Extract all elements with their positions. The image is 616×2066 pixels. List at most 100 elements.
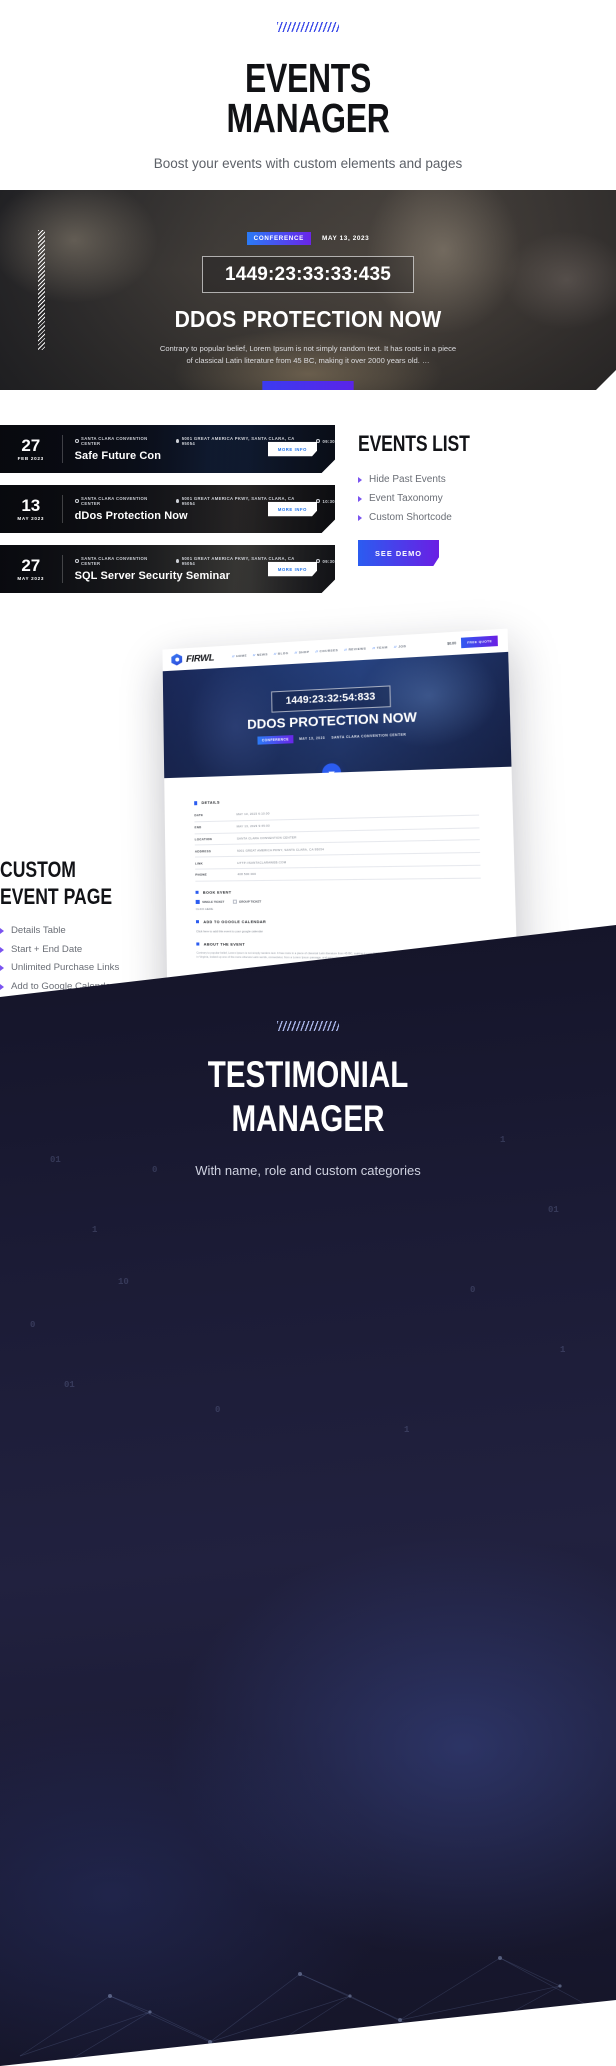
feature-item: Unlimited Purchase Links bbox=[0, 959, 185, 978]
hero-category-badge[interactable]: CONFERENCE bbox=[247, 232, 311, 245]
square-bullet-icon bbox=[196, 920, 199, 923]
calendar-note[interactable]: Click here to add this event to your goo… bbox=[196, 929, 482, 933]
event-venue: SANTA CLARA CONVENTION CENTER bbox=[75, 496, 166, 506]
detail-row: PHONE 408 500 000 bbox=[195, 866, 481, 882]
events-manager-header: EVENTS MANAGER Boost your events with cu… bbox=[0, 0, 616, 171]
hero-title: DDOS PROTECTION NOW bbox=[25, 306, 592, 333]
arrow-right-icon bbox=[0, 947, 4, 953]
event-venue: SANTA CLARA CONVENTION CENTER bbox=[75, 556, 166, 566]
nav-item-team[interactable]: //TEAM bbox=[373, 645, 388, 650]
event-venue: SANTA CLARA CONVENTION CENTER bbox=[75, 436, 166, 446]
globe-icon bbox=[75, 559, 79, 563]
arrow-right-icon bbox=[358, 477, 362, 483]
event-day: 27 bbox=[0, 557, 62, 574]
event-card[interactable]: 27 MAY 2023 SANTA CLARA CONVENTION CENTE… bbox=[0, 545, 335, 593]
hatch-divider-icon bbox=[277, 22, 339, 32]
event-date: 13 MAY 2023 bbox=[0, 495, 63, 523]
hero-date: MAY 13, 2023 bbox=[322, 235, 369, 242]
browser-hero-date: MAY 13, 2023 bbox=[299, 736, 325, 741]
nav-item-home[interactable]: //HOME bbox=[232, 653, 247, 658]
book-event-heading: BOOK EVENT bbox=[196, 888, 482, 895]
nav-item-courses[interactable]: //COURSES bbox=[315, 648, 338, 653]
nav-item-job[interactable]: //JOB bbox=[394, 644, 406, 649]
page-title: EVENTS MANAGER bbox=[68, 58, 548, 138]
browser-page-content: DETAILS DATE MAY 13, 2023 6:10:00 END MAY … bbox=[164, 767, 517, 963]
testimonial-section: 01 1 0 10 01 0 1 01 01 01 TESTIMONIAL MANAGE… bbox=[0, 925, 616, 2066]
testimonial-title: TESTIMONIAL MANAGER bbox=[62, 1053, 555, 1141]
ticket-note[interactable]: CLICK HERE bbox=[196, 905, 482, 911]
ticket-option-group[interactable]: GROUP TICKET bbox=[232, 899, 261, 903]
custom-title-line1: CUSTOM bbox=[0, 857, 76, 882]
browser-hero-venue: SANTA CLARA CONVENTION CENTER bbox=[331, 733, 406, 740]
page-subtitle: Boost your events with custom elements a… bbox=[0, 156, 616, 171]
hero-meta: CONFERENCE MAY 13, 2023 bbox=[0, 232, 616, 245]
feature-item: Details Table bbox=[0, 922, 185, 941]
event-date: 27 FEB 2023 bbox=[0, 435, 63, 463]
cart-total[interactable]: $0.00 bbox=[447, 641, 456, 646]
event-month: MAY 2023 bbox=[0, 516, 62, 521]
feature-item: Start + End Date bbox=[0, 941, 185, 960]
events-list-sidebar: EVENTS LIST Hide Past Events Event Taxon… bbox=[358, 431, 616, 566]
more-info-button[interactable]: MORE INFO bbox=[268, 502, 317, 517]
square-bullet-icon bbox=[196, 891, 199, 894]
globe-icon bbox=[75, 499, 79, 503]
brand-name: FIRWL bbox=[186, 652, 214, 665]
event-card[interactable]: 13 MAY 2023 SANTA CLARA CONVENTION CENTE… bbox=[0, 485, 335, 533]
ticket-option-single[interactable]: SINGLE TICKET bbox=[196, 899, 225, 903]
learn-more-button[interactable]: LEARN MORE bbox=[262, 381, 353, 391]
site-logo[interactable]: FIRWL bbox=[171, 651, 214, 665]
square-bullet-icon bbox=[196, 942, 199, 945]
event-month: MAY 2023 bbox=[0, 576, 62, 581]
hatch-divider-icon bbox=[277, 1021, 339, 1031]
testimonial-title-line2: MANAGER bbox=[232, 1098, 385, 1139]
event-time: 09:30 bbox=[316, 439, 335, 444]
event-card-list: 27 FEB 2023 SANTA CLARA CONVENTION CENTE… bbox=[0, 425, 335, 605]
arrow-right-icon bbox=[0, 984, 4, 990]
arrow-right-icon bbox=[358, 515, 362, 521]
more-info-button[interactable]: MORE INFO bbox=[268, 562, 317, 577]
location-pin-icon bbox=[176, 499, 179, 504]
custom-event-page-title: CUSTOM EVENT PAGE bbox=[0, 856, 148, 910]
free-quote-button[interactable]: FREE QUOTE bbox=[461, 636, 497, 649]
feature-item: Custom Shortcode bbox=[358, 508, 616, 527]
see-demo-button[interactable]: SEE DEMO bbox=[358, 540, 439, 566]
feature-item: Event Taxonomy bbox=[358, 489, 616, 508]
nav-item-news[interactable]: //NEWS bbox=[253, 652, 268, 657]
location-pin-icon bbox=[176, 559, 179, 564]
event-card[interactable]: 27 FEB 2023 SANTA CLARA CONVENTION CENTE… bbox=[0, 425, 335, 473]
event-day: 13 bbox=[0, 497, 62, 514]
browser-menu: //HOME //NEWS //BLOG //SHOP //COURSES //… bbox=[232, 644, 406, 658]
checkbox-icon bbox=[196, 900, 200, 904]
square-bullet-icon bbox=[194, 801, 197, 804]
arrow-right-icon bbox=[0, 928, 4, 934]
nav-item-reviews[interactable]: //REVIEWS bbox=[344, 646, 366, 651]
browser-hero: 1449:23:32:54:833 DDOS PROTECTION NOW CO… bbox=[163, 652, 512, 778]
more-info-button[interactable]: MORE INFO bbox=[268, 442, 317, 457]
calendar-heading: ADD TO GOOGLE CALENDAR bbox=[196, 919, 482, 924]
hero-countdown-timer: 1449:23:33:33:435 bbox=[202, 256, 414, 293]
nav-item-blog[interactable]: //BLOG bbox=[274, 651, 289, 656]
event-day: 27 bbox=[0, 437, 62, 454]
hero-paragraph: Contrary to popular belief, Lorem Ipsum … bbox=[158, 343, 458, 367]
event-date: 27 MAY 2023 bbox=[0, 555, 63, 583]
browser-category-badge[interactable]: CONFERENCE bbox=[258, 735, 293, 745]
page-title-line2: MANAGER bbox=[226, 95, 389, 141]
testimonial-title-line1: TESTIMONIAL bbox=[208, 1054, 409, 1095]
events-list-section: 27 FEB 2023 SANTA CLARA CONVENTION CENTE… bbox=[0, 425, 616, 635]
events-list-title: EVENTS LIST bbox=[358, 431, 564, 457]
hexagon-logo-icon bbox=[171, 653, 182, 665]
events-feature-list: Hide Past Events Event Taxonomy Custom S… bbox=[358, 470, 616, 527]
custom-title-line2: EVENT PAGE bbox=[0, 884, 112, 909]
location-pin-icon bbox=[176, 439, 179, 444]
testimonial-subtitle: With name, role and custom categories bbox=[0, 1163, 616, 1178]
nav-item-shop[interactable]: //SHOP bbox=[295, 650, 310, 655]
arrow-right-icon bbox=[0, 965, 4, 971]
arrow-right-icon bbox=[358, 496, 362, 502]
browser-countdown-timer: 1449:23:32:54:833 bbox=[271, 685, 390, 712]
event-time: 10:30 bbox=[316, 499, 335, 504]
feature-item: Hide Past Events bbox=[358, 470, 616, 489]
event-time: 09:30 bbox=[316, 559, 335, 564]
hero-banner: CONFERENCE MAY 13, 2023 1449:23:33:33:43… bbox=[0, 190, 616, 390]
event-month: FEB 2023 bbox=[0, 456, 62, 461]
checkbox-icon bbox=[232, 899, 236, 903]
